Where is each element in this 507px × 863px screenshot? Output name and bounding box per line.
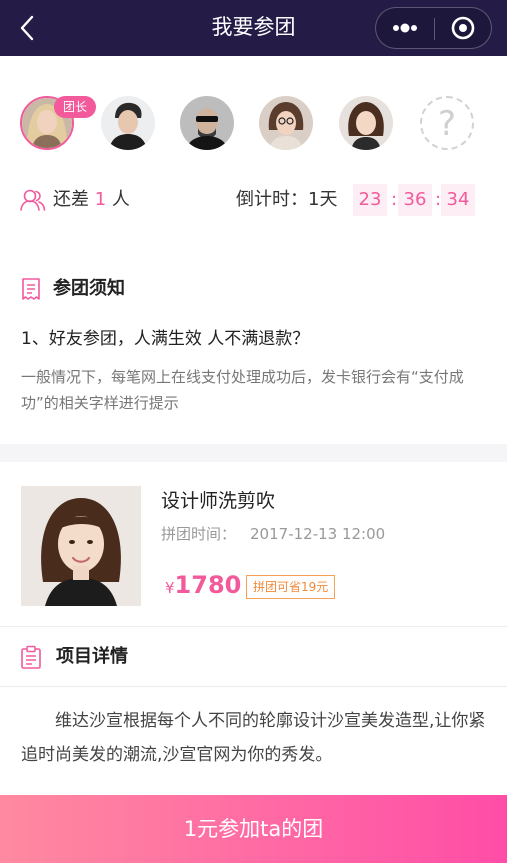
clipboard-icon xyxy=(21,645,41,669)
detail-title: 项目详情 xyxy=(56,646,128,667)
join-group-button[interactable]: 1元参加ta的团 xyxy=(0,795,507,863)
mini-program-capsule xyxy=(375,7,492,49)
product-price: ¥1780 xyxy=(165,571,241,599)
lack-suffix: 人 xyxy=(111,189,130,210)
countdown-hours: 23 xyxy=(353,184,387,216)
detail-description: 维达沙宣根据每个人不同的轮廓设计沙宣美发造型,让你紧追时尚美发的潮流,沙宣官网为… xyxy=(21,711,486,765)
save-badge: 拼团可省19元 xyxy=(246,575,336,599)
group-status-row: 还差 1 人 倒计时：1天 23 : 36 : 34 xyxy=(0,182,507,218)
empty-slot-avatar[interactable]: ? xyxy=(420,96,474,150)
group-time-label: 拼团时间： xyxy=(161,525,237,543)
question-mark-icon: ? xyxy=(437,104,457,144)
notice-question: 1、好友参团，人满生效 人不满退款？ xyxy=(21,329,310,349)
target-icon xyxy=(451,16,475,40)
countdown-seconds: 34 xyxy=(441,184,475,216)
countdown-label: 倒计时：1天 xyxy=(236,189,338,210)
lack-prefix: 还差 xyxy=(53,189,89,210)
group-time: 拼团时间： 2017-12-13 12:00 xyxy=(161,522,385,546)
more-dots-icon xyxy=(393,23,417,33)
leader-badge: 团长 xyxy=(54,96,96,118)
notice-title: 参团须知 xyxy=(53,278,125,299)
divider xyxy=(0,686,507,687)
price-amount: 1780 xyxy=(174,571,242,599)
lack-count: 1 xyxy=(94,189,107,210)
member-avatar[interactable] xyxy=(180,96,234,150)
top-bar: 我要参团 xyxy=(0,0,507,56)
receipt-icon xyxy=(22,278,40,300)
divider xyxy=(0,626,507,627)
member-avatar[interactable] xyxy=(101,96,155,150)
member-avatar[interactable] xyxy=(259,96,313,150)
product-name: 设计师洗剪吹 xyxy=(161,490,276,512)
countdown-minutes: 36 xyxy=(398,184,432,216)
more-button[interactable] xyxy=(376,8,434,48)
close-mini-program-button[interactable] xyxy=(435,8,492,48)
users-icon xyxy=(20,189,46,211)
notice-description: 一般情况下，每笔网上在线支付处理成功后，发卡银行会有“支付成功”的相关字样进行提… xyxy=(21,368,464,412)
lack-count-text: 还差 1 人 xyxy=(53,188,130,212)
member-avatar[interactable] xyxy=(339,96,393,150)
group-time-value: 2017-12-13 12:00 xyxy=(250,525,386,543)
product-image[interactable] xyxy=(21,486,141,606)
currency-symbol: ¥ xyxy=(165,579,175,597)
section-divider xyxy=(0,444,507,462)
